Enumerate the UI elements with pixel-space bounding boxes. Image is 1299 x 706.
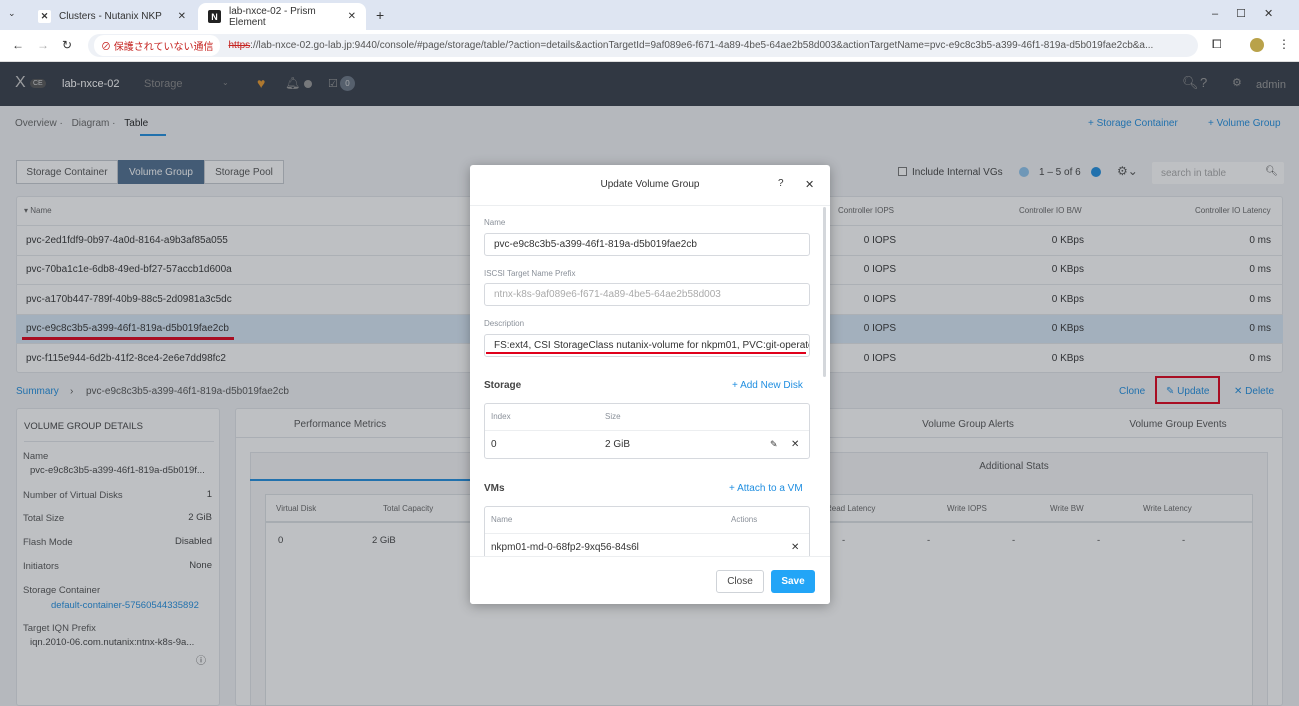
tab-title: lab-nxce-02 - Prism Element bbox=[229, 5, 316, 28]
close-tab-icon[interactable]: ✕ bbox=[348, 11, 356, 22]
disk-size: 2 GiB bbox=[605, 439, 631, 450]
url-field[interactable]: ⊘ 保護されていない通信 https ://lab-nxce-02.go-lab… bbox=[88, 34, 1198, 57]
divider bbox=[485, 430, 809, 431]
dialog-scrollbar[interactable] bbox=[823, 207, 826, 377]
browser-tabstrip: ⌄ ✕ Clusters - Nutanix NKP ✕ N lab-nxce-… bbox=[0, 0, 1299, 30]
disk-index: 0 bbox=[491, 439, 497, 450]
name-input[interactable]: pvc-e9c8c3b5-a399-46f1-819a-d5b019fae2cb bbox=[484, 233, 810, 256]
security-text: 保護されていない通信 bbox=[113, 42, 214, 53]
description-label: Description bbox=[484, 319, 525, 328]
extensions-icon[interactable]: ⧠ bbox=[1212, 37, 1222, 52]
vm-name-column-header: Name bbox=[491, 515, 513, 524]
dialog-title: Update Volume Group bbox=[600, 179, 700, 190]
close-tab-icon[interactable]: ✕ bbox=[178, 11, 186, 22]
detach-vm-icon[interactable]: ✕ bbox=[791, 542, 799, 553]
dialog-footer: Close Save bbox=[470, 556, 830, 604]
reload-icon[interactable]: ↻ bbox=[62, 38, 72, 52]
actions-column-header: Actions bbox=[731, 515, 758, 524]
divider bbox=[485, 533, 809, 534]
edit-disk-icon[interactable]: ✎ bbox=[770, 439, 778, 450]
remove-disk-icon[interactable]: ✕ bbox=[791, 439, 799, 450]
iscsi-prefix-input[interactable]: ntnx-k8s-9af089e6-f671-4a89-4be5-64ae2b5… bbox=[484, 283, 810, 306]
close-dialog-icon[interactable]: ✕ bbox=[805, 178, 814, 191]
help-icon[interactable]: ? bbox=[778, 178, 784, 189]
close-button[interactable]: Close bbox=[716, 570, 764, 593]
profile-avatar[interactable] bbox=[1250, 38, 1264, 52]
save-button[interactable]: Save bbox=[771, 570, 815, 593]
browser-tab-nkp[interactable]: ✕ Clusters - Nutanix NKP ✕ bbox=[28, 3, 196, 30]
new-tab-icon[interactable]: + bbox=[376, 7, 384, 23]
name-label: Name bbox=[484, 218, 506, 227]
security-indicator[interactable]: ⊘ 保護されていない通信 bbox=[94, 35, 221, 56]
prism-favicon-icon: N bbox=[208, 10, 221, 23]
url-scheme: https bbox=[228, 40, 251, 51]
vms-section-title: VMs bbox=[484, 483, 505, 494]
nutanix-favicon-icon: ✕ bbox=[38, 10, 51, 23]
disk-table: Index Size 0 2 GiB ✎ ✕ bbox=[484, 403, 810, 459]
url-text: ://lab-nxce-02.go-lab.jp:9440/console/#p… bbox=[250, 40, 1154, 51]
storage-section-title: Storage bbox=[484, 380, 522, 391]
menu-icon[interactable]: ⋮ bbox=[1278, 37, 1290, 51]
red-underline-annotation bbox=[486, 352, 806, 354]
divider bbox=[470, 205, 830, 206]
add-new-disk-link[interactable]: + Add New Disk bbox=[732, 380, 803, 391]
tab-list-chevron-icon[interactable]: ⌄ bbox=[8, 8, 16, 19]
browser-tab-prism[interactable]: N lab-nxce-02 - Prism Element ✕ bbox=[198, 3, 366, 30]
back-icon[interactable]: ← bbox=[12, 38, 24, 52]
tab-title: Clusters - Nutanix NKP bbox=[59, 11, 162, 22]
description-value: FS:ext4, CSI StorageClass nutanix-volume… bbox=[494, 340, 810, 351]
iscsi-value: ntnx-k8s-9af089e6-f671-4a89-4be5-64ae2b5… bbox=[494, 289, 721, 300]
vm-name: nkpm01-md-0-68fp2-9xq56-84s6l bbox=[491, 542, 639, 553]
forward-icon[interactable]: → bbox=[37, 38, 49, 52]
update-volume-group-dialog: Update Volume Group ? ✕ Name pvc-e9c8c3b… bbox=[470, 165, 830, 604]
size-column-header: Size bbox=[605, 412, 621, 421]
attach-vm-link[interactable]: + Attach to a VM bbox=[729, 483, 803, 494]
window-controls[interactable]: –☐✕ bbox=[1212, 7, 1291, 20]
index-column-header: Index bbox=[491, 412, 511, 421]
name-value: pvc-e9c8c3b5-a399-46f1-819a-d5b019fae2cb bbox=[494, 239, 697, 250]
iscsi-label: ISCSI Target Name Prefix bbox=[484, 269, 576, 278]
